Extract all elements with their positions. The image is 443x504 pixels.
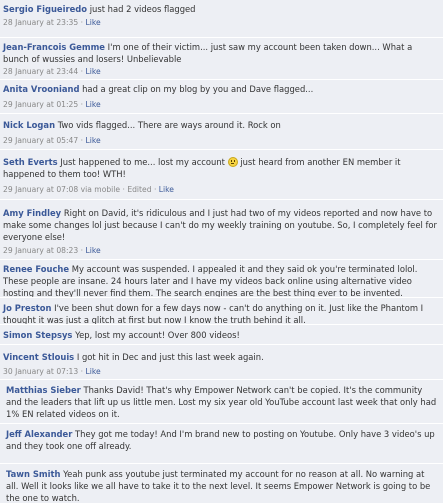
commenter-name-link[interactable]: Jean-Francois Gemme bbox=[3, 42, 105, 52]
commenter-name-link[interactable]: Jeff Alexander bbox=[6, 429, 72, 439]
comment-meta: 29 January at 01:25 · Like bbox=[3, 99, 101, 110]
like-link[interactable]: Like bbox=[85, 136, 100, 145]
comment-timestamp[interactable]: 28 January at 23:35 bbox=[3, 18, 78, 27]
commenter-name-link[interactable]: Seth Everts bbox=[3, 157, 58, 167]
comment: Sergio Figueiredo just had 2 videos flag… bbox=[0, 0, 443, 38]
comment: Jo Preston I've been shut down for a few… bbox=[0, 298, 443, 325]
like-link[interactable]: Like bbox=[85, 367, 100, 376]
comment: Seth Everts Just happened to me... lost … bbox=[0, 150, 443, 200]
comment-body: Amy Findley Right on David, it's ridicul… bbox=[3, 207, 437, 244]
comment-text: Yeah punk ass youtube just terminated my… bbox=[6, 469, 431, 504]
meta-separator: · bbox=[80, 246, 84, 255]
comment: Simon Stepsys Yep, lost my account! Over… bbox=[0, 325, 443, 345]
comment-meta: 30 January at 07:13 · Like bbox=[3, 366, 101, 377]
meta-separator: · bbox=[122, 185, 125, 194]
comment-text: had a great clip on my blog by you and D… bbox=[82, 84, 314, 94]
comment: Tawn Smith Yeah punk ass youtube just te… bbox=[0, 464, 443, 504]
comment: Nick Logan Two vids flagged... There are… bbox=[0, 114, 443, 150]
comment-timestamp[interactable]: 29 January at 08:23 bbox=[3, 246, 78, 255]
comment-timestamp[interactable]: 29 January at 05:47 bbox=[3, 136, 78, 145]
commenter-name-link[interactable]: Jo Preston bbox=[3, 303, 51, 313]
like-link[interactable]: Like bbox=[85, 67, 100, 76]
comment-meta: 29 January at 05:47 · Like bbox=[3, 135, 101, 146]
comment-timestamp[interactable]: 29 January at 07:08 via mobile bbox=[3, 185, 120, 194]
comment-body: Vincent Stlouis I got hit in Dec and jus… bbox=[3, 351, 437, 363]
comment-body: Seth Everts Just happened to me... lost … bbox=[3, 156, 437, 180]
meta-separator: · bbox=[80, 100, 84, 109]
comment-text: just had 2 videos flagged bbox=[89, 4, 196, 14]
comment-text: Two vids flagged... There are ways aroun… bbox=[57, 120, 281, 130]
comment: Renee Fouche My account was suspended. I… bbox=[0, 260, 443, 298]
comment: Vincent Stlouis I got hit in Dec and jus… bbox=[0, 345, 443, 380]
commenter-name-link[interactable]: Vincent Stlouis bbox=[3, 352, 74, 362]
meta-separator: · bbox=[153, 185, 157, 194]
comment-timestamp[interactable]: 29 January at 01:25 bbox=[3, 100, 78, 109]
commenter-name-link[interactable]: Anita Vrooniand bbox=[3, 84, 79, 94]
comment-body: Renee Fouche My account was suspended. I… bbox=[3, 263, 437, 297]
commenter-name-link[interactable]: Nick Logan bbox=[3, 120, 55, 130]
commenter-name-link[interactable]: Simon Stepsys bbox=[3, 330, 72, 340]
comment-body: Matthias Sieber Thanks David! That's why… bbox=[6, 384, 437, 421]
edited-label[interactable]: Edited bbox=[127, 185, 151, 194]
commenter-name-link[interactable]: Tawn Smith bbox=[6, 469, 61, 479]
meta-separator: · bbox=[80, 67, 84, 76]
like-link[interactable]: Like bbox=[85, 246, 100, 255]
comment-text: Right on David, it's ridiculous and I ju… bbox=[3, 208, 437, 243]
comment-body: Jeff Alexander They got me today! And I'… bbox=[6, 428, 437, 452]
comment: Amy Findley Right on David, it's ridicul… bbox=[0, 200, 443, 260]
comment-body: Sergio Figueiredo just had 2 videos flag… bbox=[3, 3, 437, 15]
comment: Jean-Francois Gemme I'm one of their vic… bbox=[0, 38, 443, 80]
meta-separator: · bbox=[80, 18, 84, 27]
comment-body: Jo Preston I've been shut down for a few… bbox=[3, 302, 437, 325]
comment-body: Simon Stepsys Yep, lost my account! Over… bbox=[3, 329, 437, 341]
like-link[interactable]: Like bbox=[85, 18, 100, 27]
comment-body: Anita Vrooniand had a great clip on my b… bbox=[3, 83, 437, 95]
comment-text: Just happened to me... lost my account bbox=[60, 157, 225, 167]
commenter-name-link[interactable]: Amy Findley bbox=[3, 208, 61, 218]
comment-text: Yep, lost my account! Over 800 videos! bbox=[75, 330, 240, 340]
comment-meta: 28 January at 23:35 · Like bbox=[3, 17, 101, 28]
commenter-name-link[interactable]: Sergio Figueiredo bbox=[3, 4, 87, 14]
comment-meta: 29 January at 07:08 via mobile · Edited … bbox=[3, 184, 174, 195]
comment: Anita Vrooniand had a great clip on my b… bbox=[0, 80, 443, 114]
comment-text: I got hit in Dec and just this last week… bbox=[76, 352, 264, 362]
comment-meta: 29 January at 08:23 · Like bbox=[3, 245, 101, 256]
comment-meta: 28 January at 23:44 · Like bbox=[3, 66, 101, 77]
comment-timestamp[interactable]: 28 January at 23:44 bbox=[3, 67, 78, 76]
meta-separator: · bbox=[80, 136, 84, 145]
like-link[interactable]: Like bbox=[85, 100, 100, 109]
commenter-name-link[interactable]: Renee Fouche bbox=[3, 264, 69, 274]
comment-timestamp[interactable]: 30 January at 07:13 bbox=[3, 367, 78, 376]
comment: Jeff Alexander They got me today! And I'… bbox=[0, 424, 443, 464]
commenter-name-link[interactable]: Matthias Sieber bbox=[6, 385, 81, 395]
comment-body: Tawn Smith Yeah punk ass youtube just te… bbox=[6, 468, 437, 504]
comment-body: Nick Logan Two vids flagged... There are… bbox=[3, 119, 437, 131]
comment-body: Jean-Francois Gemme I'm one of their vic… bbox=[3, 41, 437, 65]
comment-text: I've been shut down for a few days now -… bbox=[3, 303, 424, 325]
comment: Matthias Sieber Thanks David! That's why… bbox=[0, 380, 443, 424]
meta-separator: · bbox=[80, 367, 84, 376]
like-link[interactable]: Like bbox=[159, 185, 174, 194]
smiley-emoticon-icon bbox=[227, 157, 238, 167]
